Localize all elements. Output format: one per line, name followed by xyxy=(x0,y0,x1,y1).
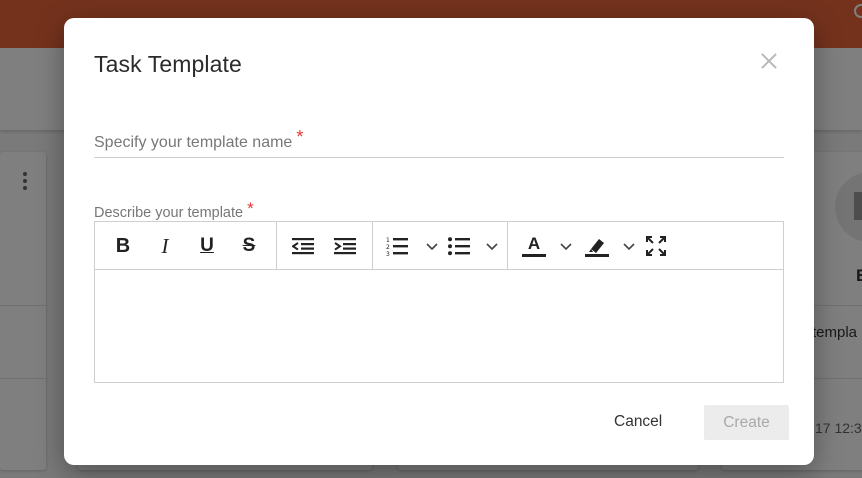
description-editor-content[interactable] xyxy=(95,271,783,382)
svg-text:1: 1 xyxy=(386,237,390,244)
toolbar-group-lists: 123 xyxy=(373,222,508,270)
ordered-list-icon[interactable]: 123 xyxy=(385,234,409,258)
close-icon[interactable] xyxy=(758,50,780,72)
outdent-icon[interactable] xyxy=(291,234,315,258)
required-asterisk: * xyxy=(247,199,254,218)
bulleted-list-dropdown-chevron-icon[interactable] xyxy=(486,240,498,252)
toolbar-group-colors: A xyxy=(508,222,783,270)
rich-text-editor: B I U S 1 2 3 A xyxy=(94,221,784,383)
strikethrough-icon[interactable]: S xyxy=(237,234,261,258)
italic-icon[interactable]: I xyxy=(153,234,177,258)
task-template-dialog: Task Template Specify your template name… xyxy=(64,18,814,465)
indent-icon[interactable] xyxy=(333,234,357,258)
svg-text:2: 2 xyxy=(386,244,390,251)
toolbar-group-indent xyxy=(277,222,373,270)
ordered-list-dropdown-chevron-icon[interactable] xyxy=(426,240,438,252)
template-name-input[interactable] xyxy=(94,124,784,158)
underline-icon[interactable]: U xyxy=(195,234,219,258)
highlight-icon[interactable] xyxy=(585,234,609,258)
dialog-title: Task Template xyxy=(94,51,242,77)
svg-text:3: 3 xyxy=(386,251,390,256)
font-color-icon[interactable]: A xyxy=(522,234,546,258)
description-label: Describe your template * xyxy=(94,199,254,222)
description-label-text: Describe your template xyxy=(94,205,244,221)
font-color-dropdown-chevron-icon[interactable] xyxy=(560,240,572,252)
toolbar-group-text-style: B I U S xyxy=(95,222,277,270)
cancel-button[interactable]: Cancel xyxy=(614,409,662,435)
highlight-dropdown-chevron-icon[interactable] xyxy=(623,240,635,252)
editor-toolbar: B I U S 1 2 3 A xyxy=(95,222,783,270)
bold-icon[interactable]: B xyxy=(111,234,135,258)
bulleted-list-icon[interactable] xyxy=(447,234,471,258)
fullscreen-icon[interactable] xyxy=(644,234,668,258)
create-button[interactable]: Create xyxy=(704,405,789,440)
